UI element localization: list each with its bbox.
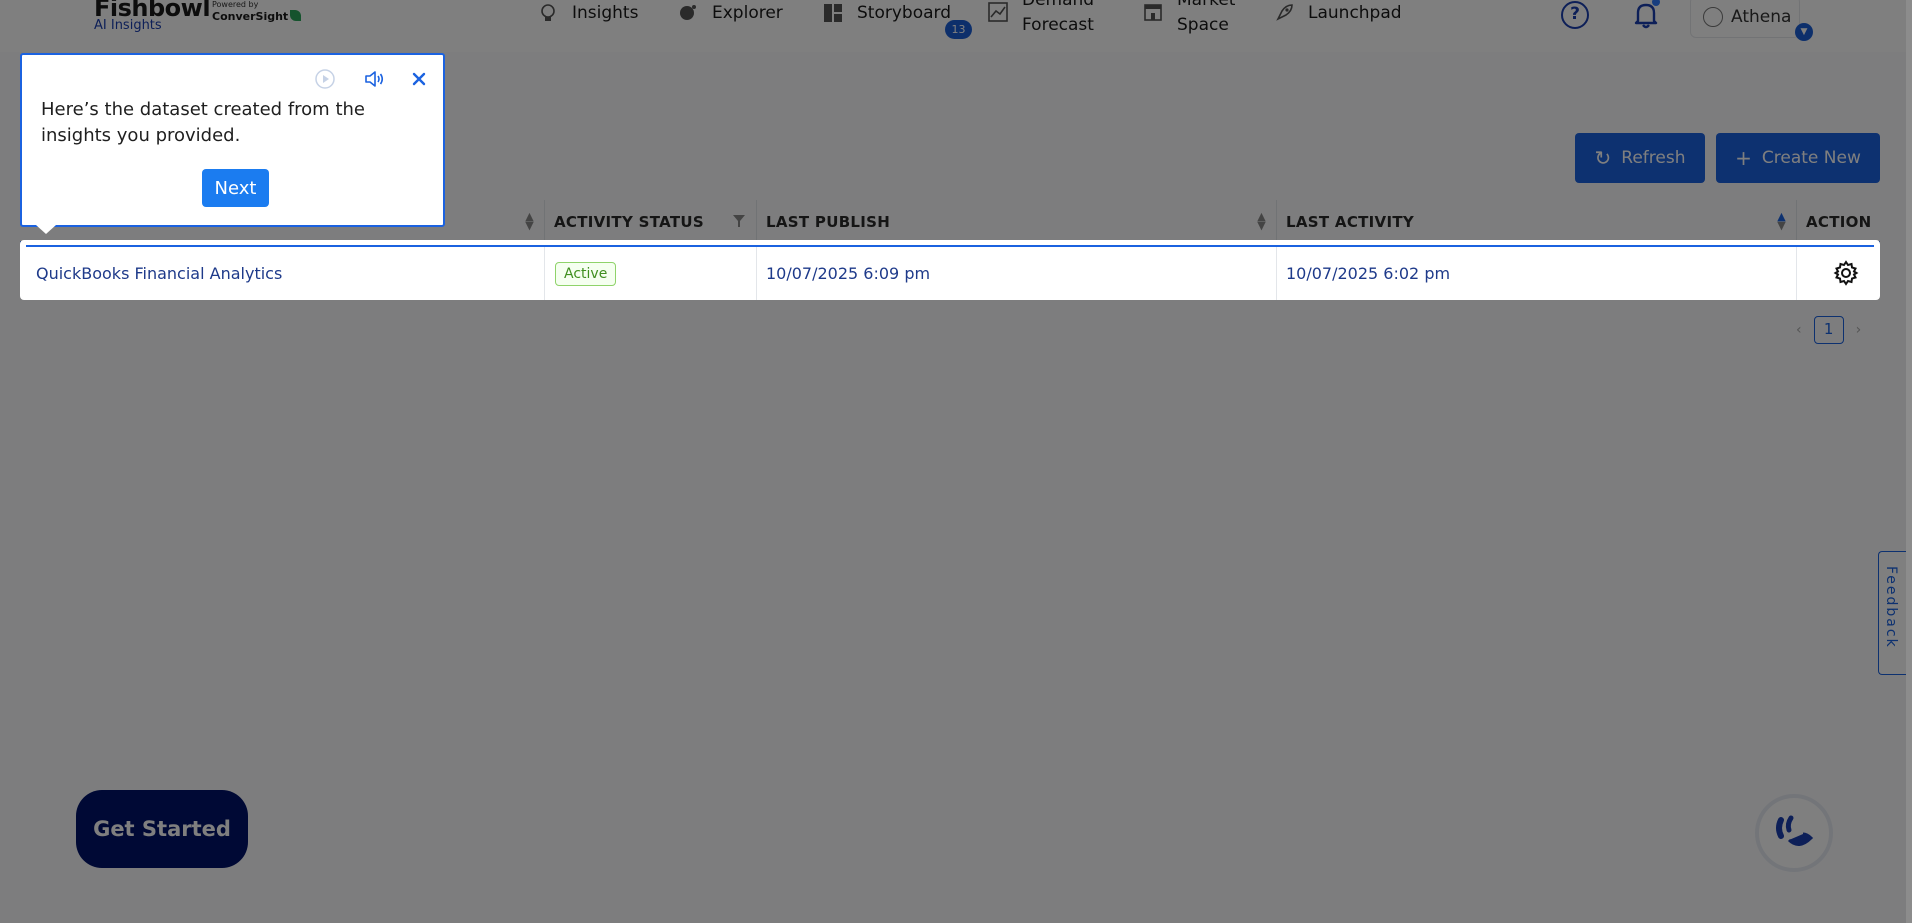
tooltip-message: Here’s the dataset created from the insi… [41,99,365,146]
play-icon[interactable] [313,67,337,91]
tour-tooltip: Here’s the dataset created from the insi… [20,53,445,227]
column-divider [756,247,757,300]
last-activity-cell: 10/07/2025 6:02 pm [1286,264,1451,283]
dataset-name-link[interactable]: QuickBooks Financial Analytics [36,247,282,300]
last-publish-cell: 10/07/2025 6:09 pm [766,264,931,283]
close-icon[interactable] [407,67,431,91]
column-divider [1276,247,1277,300]
status-cell: Active [555,247,617,300]
column-divider [1796,247,1797,300]
next-button[interactable]: Next [202,169,269,207]
speaker-icon[interactable] [362,67,386,91]
highlighted-dataset-row[interactable]: QuickBooks Financial Analytics Active 10… [20,240,1880,300]
table-row[interactable]: QuickBooks Financial Analytics Active 10… [20,247,1880,300]
status-badge: Active [555,261,617,286]
tooltip-arrow [36,225,56,234]
column-divider [544,247,545,300]
scrollbar-strip [1906,0,1912,923]
gear-icon[interactable] [1833,260,1859,286]
